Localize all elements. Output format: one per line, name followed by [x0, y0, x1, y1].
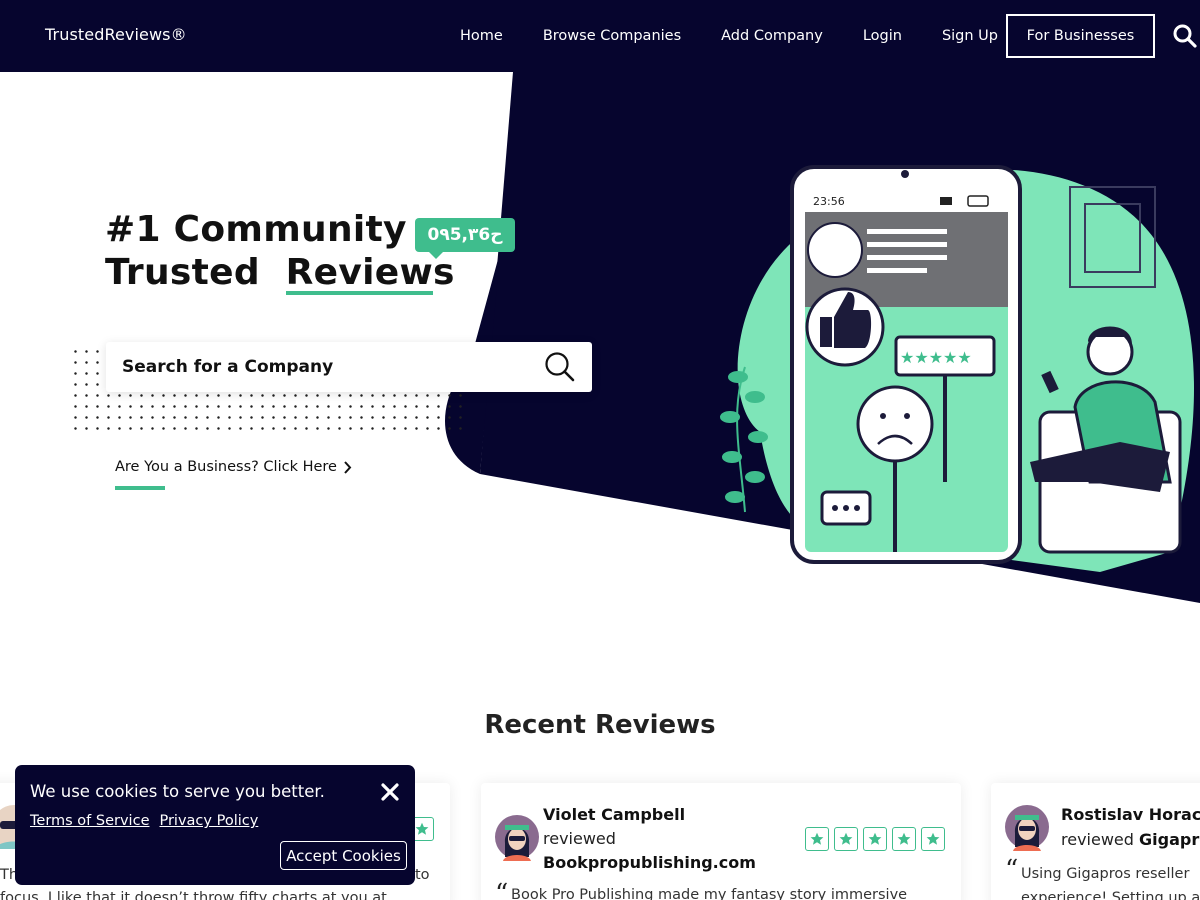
review-counter-badge: 0٩5,٣6ح [415, 218, 515, 259]
company-search-input[interactable] [122, 357, 522, 377]
reviewed-line: reviewed Gigapro [1061, 830, 1200, 849]
headline-line1: #1 Community [105, 209, 407, 250]
star-icon [921, 827, 945, 851]
star-icon [863, 827, 887, 851]
privacy-policy-link[interactable]: Privacy Policy [159, 813, 258, 829]
brand-logo[interactable]: TrustedReviews® [45, 25, 187, 44]
nav-browse-companies[interactable]: Browse Companies [523, 28, 701, 44]
review-quote: Using Gigapros reseller [1021, 866, 1190, 882]
svg-text:★★★★★: ★★★★★ [900, 348, 972, 367]
reviewer-name[interactable]: Rostislav Horac [1061, 805, 1200, 824]
review-card[interactable]: Violet Campbell reviewed Bookpropublishi… [481, 783, 961, 900]
rating-stars [805, 827, 945, 851]
review-card[interactable]: Rostislav Horac reviewed Gigapro “ Using… [991, 783, 1200, 900]
cookie-message: We use cookies to serve you better. [30, 782, 325, 801]
search-icon[interactable] [544, 351, 576, 383]
review-quote: focus. I like that it doesn’t throw fift… [0, 890, 387, 900]
nav-home[interactable]: Home [440, 28, 523, 44]
page: TrustedReviews® Home Browse Companies Ad… [0, 0, 1200, 900]
accept-cookies-button[interactable]: Accept Cookies [280, 841, 407, 870]
hero: #1 Community Trusted Reviews 0٩5,٣6ح Are… [0, 72, 1200, 612]
avatar [495, 815, 539, 861]
search-icon[interactable] [1172, 23, 1198, 49]
review-quote: Book Pro Publishing made my fantasy stor… [511, 887, 908, 900]
for-businesses-button[interactable]: For Businesses [1006, 14, 1155, 58]
nav-add-company[interactable]: Add Company [701, 28, 843, 44]
reviewed-company[interactable]: Gigapro [1139, 830, 1200, 849]
nav-login[interactable]: Login [843, 28, 922, 44]
avatar [1005, 805, 1049, 851]
cookie-banner: We use cookies to serve you better. Term… [15, 765, 415, 885]
company-search-box [106, 342, 592, 392]
review-quote-tail: to [415, 867, 430, 883]
chevron-right-icon [344, 460, 352, 474]
headline-line2: Trusted Reviews [105, 251, 455, 295]
star-icon [834, 827, 858, 851]
business-link[interactable]: Are You a Business? Click Here [115, 459, 352, 475]
hero-illustration: 23:56 ★★★★★ [720, 165, 1182, 564]
quote-mark-icon: “ [1005, 855, 1019, 885]
star-icon [892, 827, 916, 851]
top-nav: TrustedReviews® Home Browse Companies Ad… [0, 0, 1200, 72]
review-quote-line2: experience! Setting up a [1021, 890, 1200, 900]
reviewed-label: reviewed [543, 829, 616, 848]
reviewed-company[interactable]: Bookpropublishing.com [543, 853, 756, 872]
business-link-underline [115, 486, 165, 490]
quote-mark-icon: “ [495, 879, 509, 900]
close-icon[interactable] [379, 781, 401, 803]
reviewed-label: reviewed [1061, 830, 1134, 849]
nav-sign-up[interactable]: Sign Up [922, 28, 1018, 44]
business-link-label: Are You a Business? Click Here [115, 459, 337, 475]
nav-links: Home Browse Companies Add Company Login … [440, 0, 1018, 72]
reviewer-name[interactable]: Violet Campbell [543, 805, 685, 824]
star-icon [805, 827, 829, 851]
recent-reviews-title: Recent Reviews [484, 710, 716, 740]
cookie-links: Terms of Service Privacy Policy [30, 813, 258, 829]
phone-clock: 23:56 [813, 195, 845, 208]
terms-of-service-link[interactable]: Terms of Service [30, 813, 149, 829]
headline-trusted: Trusted [105, 252, 260, 293]
hero-headline: #1 Community Trusted Reviews [105, 208, 455, 295]
